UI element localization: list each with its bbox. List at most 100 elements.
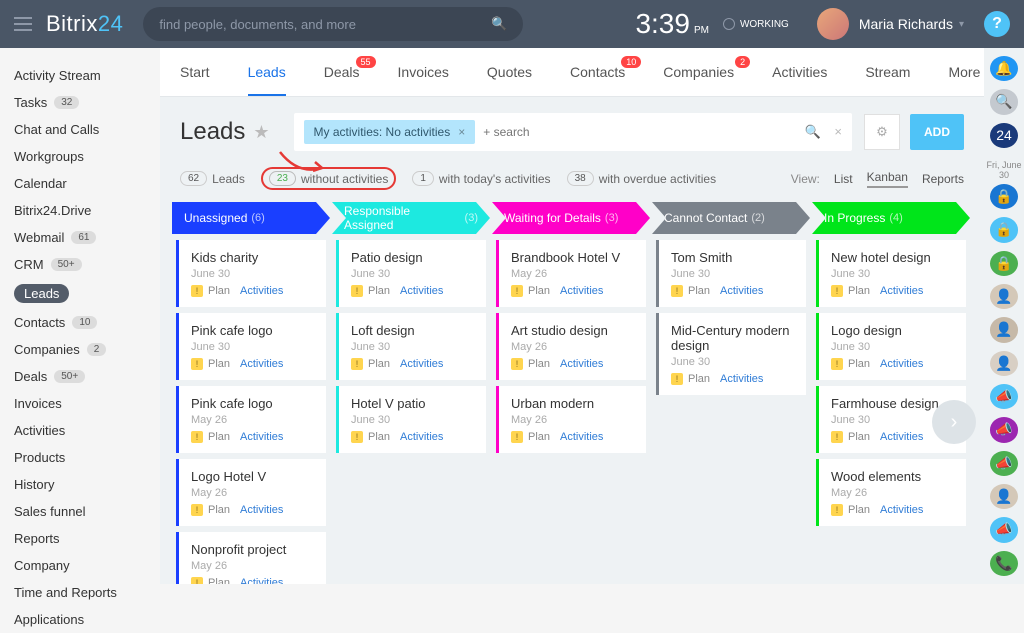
tab[interactable]: Companies2: [663, 48, 734, 96]
rail-icon[interactable]: 🔔: [990, 56, 1018, 81]
kanban-card[interactable]: Brandbook Hotel VMay 26!PlanActivities: [496, 240, 646, 307]
sidebar-item[interactable]: Invoices: [0, 390, 160, 417]
filter-chips: 62Leads 23without activities 1with today…: [160, 167, 984, 202]
kanban-card[interactable]: Patio designJune 30!PlanActivities: [336, 240, 486, 307]
kanban-card[interactable]: Logo designJune 30!PlanActivities: [816, 313, 966, 380]
filter-input[interactable]: [483, 125, 794, 139]
kanban-card[interactable]: Pink cafe logoMay 26!PlanActivities: [176, 386, 326, 453]
chip-leads[interactable]: 62Leads: [180, 171, 245, 186]
column-header[interactable]: Unassigned(6): [172, 202, 330, 234]
tab[interactable]: Activities: [772, 48, 827, 96]
kanban-card[interactable]: Mid-Century modern designJune 30!PlanAct…: [656, 313, 806, 395]
sidebar-item[interactable]: CRM50+: [0, 251, 160, 278]
rail-icon[interactable]: 🔒: [990, 251, 1018, 276]
kanban-card[interactable]: Pink cafe logoJune 30!PlanActivities: [176, 313, 326, 380]
tab[interactable]: Start: [180, 48, 210, 96]
gear-icon[interactable]: ⚙: [864, 114, 900, 150]
tab[interactable]: Stream: [865, 48, 910, 96]
sidebar-item[interactable]: Activity Stream: [0, 62, 160, 89]
chip-without-activities[interactable]: 23without activities: [261, 167, 397, 190]
kanban-card[interactable]: Urban modernMay 26!PlanActivities: [496, 386, 646, 453]
sidebar-item[interactable]: Activities: [0, 417, 160, 444]
global-search[interactable]: 🔍: [143, 7, 523, 41]
tab[interactable]: Leads: [248, 48, 286, 96]
rail-icon[interactable]: 👤: [990, 484, 1018, 509]
column-header[interactable]: In Progress(4): [812, 202, 970, 234]
sidebar-item[interactable]: Chat and Calls: [0, 116, 160, 143]
rail-icon[interactable]: 🔒: [990, 184, 1018, 209]
tab[interactable]: Deals55: [324, 48, 360, 96]
rail-icon[interactable]: 🔍: [990, 89, 1018, 114]
search-icon[interactable]: 🔍: [805, 124, 821, 139]
rail-icon[interactable]: 📣: [990, 384, 1018, 409]
search-icon[interactable]: 🔍: [491, 16, 507, 32]
clock: 3:39 PM: [635, 8, 709, 40]
tab[interactable]: Contacts10: [570, 48, 625, 96]
help-icon[interactable]: ?: [984, 11, 1010, 37]
kanban-column: Unassigned(6) Kids charityJune 30!PlanAct…: [172, 202, 330, 584]
kanban-card[interactable]: Logo Hotel VMay 26!PlanActivities: [176, 459, 326, 526]
sidebar-item[interactable]: Companies2: [0, 336, 160, 363]
sidebar-item[interactable]: Deals50+: [0, 363, 160, 390]
sidebar-item[interactable]: History: [0, 471, 160, 498]
rail-icon[interactable]: 📣: [990, 417, 1018, 442]
sidebar-item[interactable]: Sales funnel: [0, 498, 160, 525]
sidebar-item[interactable]: Webmail61: [0, 224, 160, 251]
kanban-card[interactable]: Art studio designMay 26!PlanActivities: [496, 313, 646, 380]
sidebar: Activity StreamTasks32Chat and CallsWork…: [0, 48, 160, 584]
rail-icon[interactable]: 📣: [990, 517, 1018, 542]
star-icon[interactable]: ★: [253, 122, 269, 143]
sidebar-item[interactable]: Contacts10: [0, 309, 160, 336]
menu-icon[interactable]: [14, 17, 32, 31]
kanban-card[interactable]: Kids charityJune 30!PlanActivities: [176, 240, 326, 307]
user-menu[interactable]: Maria Richards ▾: [817, 8, 964, 40]
close-icon[interactable]: ×: [834, 124, 842, 139]
view-reports[interactable]: Reports: [922, 172, 964, 186]
sidebar-item[interactable]: Applications: [0, 606, 160, 633]
chip-overdue[interactable]: 38with overdue activities: [567, 171, 717, 186]
column-header[interactable]: Responsible Assigned(3): [332, 202, 490, 234]
kanban-card[interactable]: Nonprofit projectMay 26!PlanActivities: [176, 532, 326, 584]
sidebar-item[interactable]: Tasks32: [0, 89, 160, 116]
sidebar-item[interactable]: Products: [0, 444, 160, 471]
next-arrow-icon[interactable]: ›: [932, 400, 976, 444]
kanban-column: Waiting for Details(3) Brandbook Hotel VM…: [492, 202, 650, 584]
kanban-card[interactable]: Tom SmithJune 30!PlanActivities: [656, 240, 806, 307]
column-header[interactable]: Waiting for Details(3): [492, 202, 650, 234]
rail-icon[interactable]: 📣: [990, 451, 1018, 476]
view-list[interactable]: List: [834, 172, 853, 186]
filter-tag[interactable]: My activities: No activities ×: [304, 120, 476, 144]
rail-icon[interactable]: 👤: [990, 351, 1018, 376]
sidebar-item[interactable]: Reports: [0, 525, 160, 552]
kanban-column: Cannot Contact(2) Tom SmithJune 30!PlanAc…: [652, 202, 810, 584]
tab[interactable]: Quotes: [487, 48, 532, 96]
view-kanban[interactable]: Kanban: [867, 170, 908, 188]
close-icon[interactable]: ×: [458, 125, 465, 139]
kanban-card[interactable]: Hotel V patioJune 30!PlanActivities: [336, 386, 486, 453]
chip-today[interactable]: 1with today's activities: [412, 171, 550, 186]
main: Start Leads Deals55 Invoices Quotes Contacts1…: [160, 48, 984, 584]
sidebar-item[interactable]: Time and Reports: [0, 579, 160, 606]
tab-more[interactable]: More▾: [948, 48, 984, 96]
rail-icon[interactable]: 📞: [990, 551, 1018, 576]
rail-date: Fri, June 30: [984, 160, 1024, 180]
tab[interactable]: Invoices: [398, 48, 449, 96]
kanban-card[interactable]: Wood elementsMay 26!PlanActivities: [816, 459, 966, 526]
rail-icon[interactable]: 24: [990, 123, 1018, 148]
sidebar-item[interactable]: Leads: [0, 278, 160, 309]
filter-box[interactable]: My activities: No activities × 🔍 ×: [294, 113, 852, 151]
sidebar-item[interactable]: Workgroups: [0, 143, 160, 170]
sidebar-item[interactable]: Bitrix24.Drive: [0, 197, 160, 224]
sidebar-item[interactable]: Calendar: [0, 170, 160, 197]
rail-icon[interactable]: 🔒: [990, 217, 1018, 242]
kanban-card[interactable]: New hotel designJune 30!PlanActivities: [816, 240, 966, 307]
work-status[interactable]: WORKING: [723, 18, 789, 30]
column-header[interactable]: Cannot Contact(2): [652, 202, 810, 234]
add-button[interactable]: ADD: [910, 114, 964, 150]
kanban-card[interactable]: Loft designJune 30!PlanActivities: [336, 313, 486, 380]
page-header: Leads ★ My activities: No activities × 🔍…: [160, 97, 984, 167]
rail-icon[interactable]: 👤: [990, 317, 1018, 342]
search-input[interactable]: [159, 17, 491, 32]
rail-icon[interactable]: 👤: [990, 284, 1018, 309]
sidebar-item[interactable]: Company: [0, 552, 160, 579]
